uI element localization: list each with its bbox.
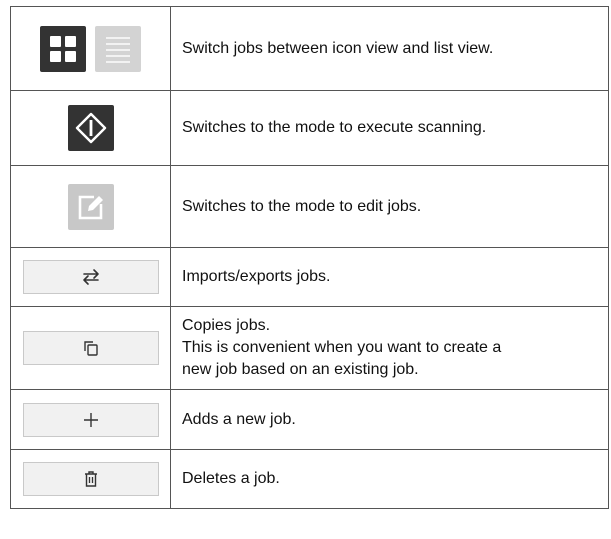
plus-icon — [83, 412, 98, 427]
icon-cell — [10, 6, 171, 91]
list-view-button[interactable] — [95, 25, 142, 72]
list-view-icon — [95, 25, 142, 72]
description-cell: Switches to the mode to edit jobs. — [170, 165, 609, 248]
description-text: Deletes a job. — [182, 470, 280, 487]
description-cell: Imports/exports jobs. — [170, 247, 609, 307]
import-export-icon — [82, 269, 99, 285]
description-cell: Adds a new job. — [170, 389, 609, 450]
edit-mode-icon — [67, 183, 114, 230]
table-row: Switches to the mode to edit jobs. — [10, 165, 609, 248]
icon-cell — [10, 449, 171, 509]
table-row: Imports/exports jobs. — [10, 247, 609, 307]
job-operations-table: Switch jobs between icon view and list v… — [10, 6, 609, 509]
icon-view-button[interactable] — [39, 25, 86, 72]
description-text: Switch jobs between icon view and list v… — [182, 39, 494, 57]
copy-button[interactable] — [22, 331, 159, 365]
icon-cell — [10, 247, 171, 307]
description-cell: Copies jobs. This is convenient when you… — [170, 306, 609, 390]
import-export-button[interactable] — [22, 260, 159, 294]
description-line: new job based on an existing job. — [182, 361, 419, 378]
description-line: Copies jobs. — [182, 317, 271, 334]
description-line: This is convenient when you want to crea… — [182, 339, 502, 356]
delete-button[interactable] — [22, 462, 159, 496]
scan-mode-icon — [67, 105, 114, 151]
icon-cell — [10, 306, 171, 390]
description-cell: Deletes a job. — [170, 449, 609, 509]
table-row: Deletes a job. — [10, 449, 609, 509]
icon-cell — [10, 90, 171, 166]
description-text: Switches to the mode to edit jobs. — [182, 197, 422, 215]
table-row: Copies jobs. This is convenient when you… — [10, 306, 609, 390]
add-button[interactable] — [22, 402, 159, 437]
table-row: Switch jobs between icon view and list v… — [10, 6, 609, 91]
description-cell: Switches to the mode to execute scanning… — [170, 90, 609, 166]
table-row: Adds a new job. — [10, 389, 609, 450]
description-cell: Switch jobs between icon view and list v… — [170, 6, 609, 91]
trash-icon — [84, 471, 97, 487]
scan-mode-button[interactable] — [67, 105, 114, 151]
edit-mode-button[interactable] — [67, 183, 114, 230]
description-text: Adds a new job. — [182, 410, 296, 428]
icon-cell — [10, 165, 171, 248]
description-text: Switches to the mode to execute scanning… — [182, 119, 487, 136]
icon-cell — [10, 389, 171, 450]
grid-view-icon — [39, 25, 86, 72]
table-row: Switches to the mode to execute scanning… — [10, 90, 609, 166]
copy-icon — [83, 341, 98, 356]
description-text: Imports/exports jobs. — [182, 268, 331, 285]
